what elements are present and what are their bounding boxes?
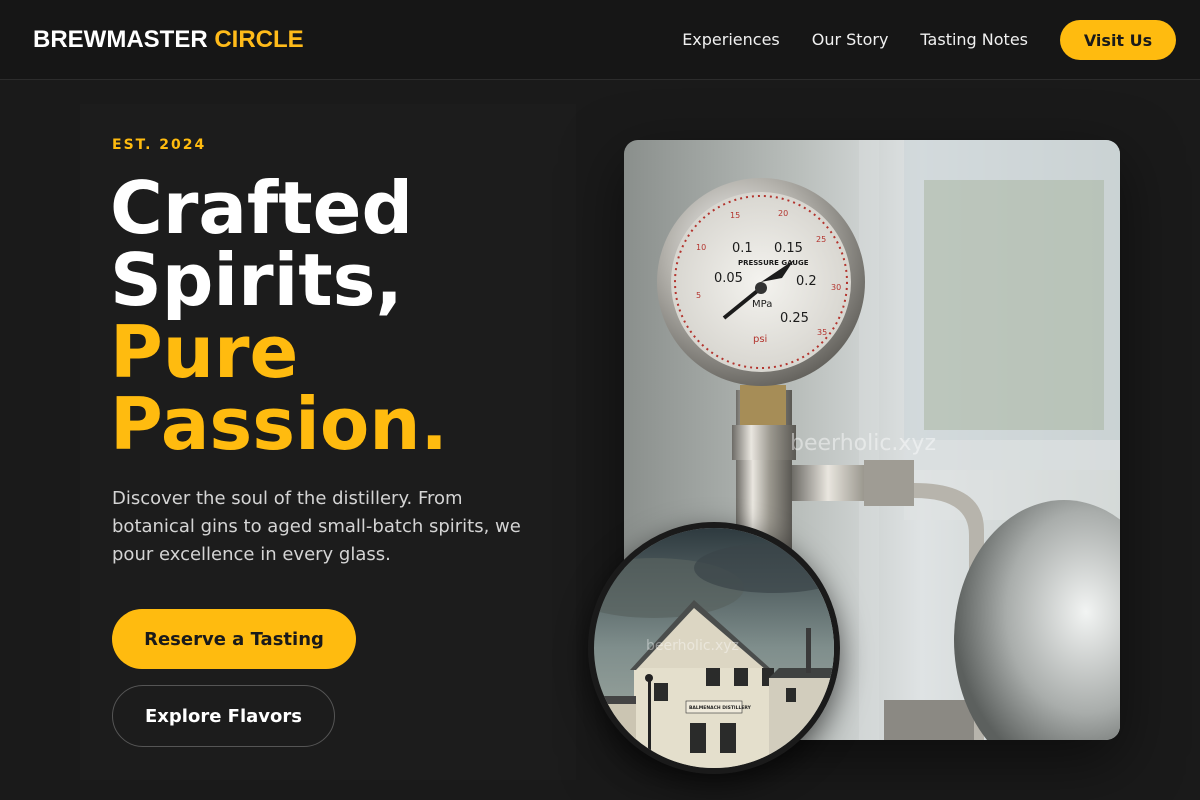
headline-line-4: Passion. xyxy=(110,382,448,466)
gauge-label-0-25: 0.25 xyxy=(780,311,809,326)
distillery-building-photo: BALMENACH DISTILLERY beerholic.xyz xyxy=(588,522,840,774)
established-eyebrow: EST. 2024 xyxy=(112,137,207,153)
gauge-label-0-1: 0.1 xyxy=(732,241,753,256)
gauge-psi-5: 5 xyxy=(696,291,701,300)
hero-headline: Crafted Spirits, Pure Passion. xyxy=(110,172,448,460)
gauge-psi-15: 15 xyxy=(730,211,740,220)
main-nav: Experiences Our Story Tasting Notes Visi… xyxy=(682,20,1176,60)
visit-us-button[interactable]: Visit Us xyxy=(1060,20,1176,60)
gauge-unit-psi: psi xyxy=(753,334,767,345)
gauge-dial-text: PRESSURE GAUGE xyxy=(738,259,809,267)
headline-line-2: Spirits, xyxy=(110,238,403,322)
nav-link-tasting-notes[interactable]: Tasting Notes xyxy=(920,20,1028,60)
headline-line-3: Pure xyxy=(110,310,299,394)
nav-link-our-story[interactable]: Our Story xyxy=(812,20,889,60)
gauge-label-0-05: 0.05 xyxy=(714,271,743,286)
top-navigation-bar: BREWMASTER CIRCLE Experiences Our Story … xyxy=(0,0,1200,80)
gauge-psi-35: 35 xyxy=(817,328,827,337)
gauge-psi-10: 10 xyxy=(696,243,706,252)
gauge-label-0-15: 0.15 xyxy=(774,241,803,256)
brand-name-primary: BREWMASTER xyxy=(33,26,208,53)
inset-photo-watermark: beerholic.xyz xyxy=(646,638,739,654)
explore-flavors-button[interactable]: Explore Flavors xyxy=(112,685,335,747)
gauge-label-0-2: 0.2 xyxy=(796,274,817,289)
brand-name-accent: CIRCLE xyxy=(214,26,304,53)
gauge-psi-25: 25 xyxy=(816,235,826,244)
reserve-tasting-button[interactable]: Reserve a Tasting xyxy=(112,609,356,669)
gauge-psi-30: 30 xyxy=(831,283,841,292)
nav-link-experiences[interactable]: Experiences xyxy=(682,20,780,60)
main-photo-watermark: beerholic.xyz xyxy=(790,431,936,456)
gauge-psi-20: 20 xyxy=(778,209,788,218)
distillery-sign-text: BALMENACH DISTILLERY xyxy=(689,705,752,711)
headline-line-1: Crafted xyxy=(110,166,414,250)
hero-description: Discover the soul of the distillery. Fro… xyxy=(112,488,521,565)
gauge-unit-mpa: MPa xyxy=(752,299,772,310)
brand-logo[interactable]: BREWMASTER CIRCLE xyxy=(33,26,304,54)
